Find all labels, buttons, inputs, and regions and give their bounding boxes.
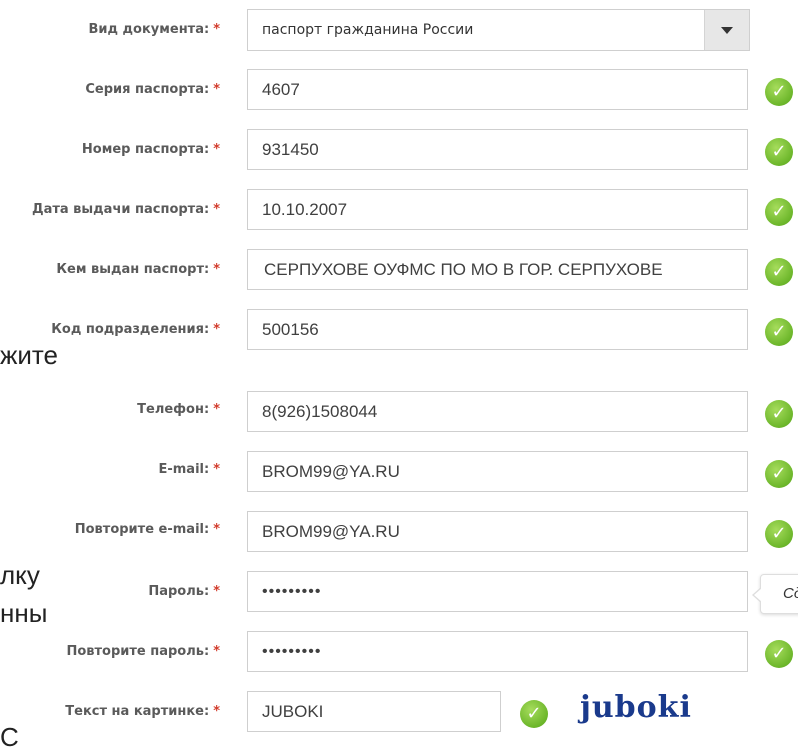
captcha-label: Текст на картинке: * [65, 704, 220, 719]
check-circle-icon: ✓ [765, 138, 793, 166]
check-circle-icon: ✓ [765, 640, 793, 668]
password-label: Пароль: * [148, 584, 220, 599]
password-repeat-field[interactable]: ••••••••• [247, 631, 748, 672]
background-text-fragment: нны [0, 598, 48, 628]
background-text-fragment: С [0, 722, 19, 752]
check-circle-icon: ✓ [765, 400, 793, 428]
phone-label: Телефон: * [137, 402, 220, 417]
email-repeat-label: Повторите e-mail: * [74, 522, 220, 537]
check-circle-icon: ✓ [765, 258, 793, 286]
series-label: Серия паспорта: * [85, 82, 220, 97]
check-circle-icon: ✓ [520, 700, 548, 728]
check-circle-icon: ✓ [765, 520, 793, 548]
series-field[interactable]: 4607 [247, 69, 748, 110]
doc-type-label: Вид документа: * [88, 22, 220, 37]
issue-date-label: Дата выдачи паспорта: * [32, 202, 220, 217]
background-text-fragment: жите [0, 340, 58, 370]
check-circle-icon: ✓ [765, 460, 793, 488]
password-repeat-label: Повторите пароль: * [66, 644, 220, 659]
check-circle-icon: ✓ [765, 318, 793, 346]
email-label: E-mail: * [158, 462, 220, 477]
captcha-input[interactable]: JUBOKI [247, 691, 501, 732]
issued-by-field[interactable]: СЕРПУХОВЕ ОУФМС ПО МО В ГОР. СЕРПУХОВЕ [247, 249, 748, 290]
dept-code-field[interactable]: 500156 [247, 309, 748, 350]
password-tooltip: Сд [752, 574, 798, 614]
chevron-down-icon[interactable] [704, 10, 749, 50]
dept-code-label: Код подразделения: * [51, 322, 220, 337]
doc-type-value: паспорт гражданина России [262, 22, 474, 38]
check-circle-icon: ✓ [765, 78, 793, 106]
issued-by-label: Кем выдан паспорт: * [56, 262, 220, 277]
email-repeat-field[interactable]: BROM99@YA.RU [247, 511, 748, 552]
doc-type-select[interactable]: паспорт гражданина России [247, 9, 750, 51]
issue-date-field[interactable]: 10.10.2007 [247, 189, 748, 230]
captcha-image: juboki [580, 690, 692, 725]
check-circle-icon: ✓ [765, 198, 793, 226]
phone-field[interactable]: 8(926)1508044 [247, 391, 748, 432]
number-label: Номер паспорта: * [81, 142, 220, 157]
number-field[interactable]: 931450 [247, 129, 748, 170]
email-field[interactable]: BROM99@YA.RU [247, 451, 748, 492]
password-field[interactable]: ••••••••• [247, 571, 748, 612]
